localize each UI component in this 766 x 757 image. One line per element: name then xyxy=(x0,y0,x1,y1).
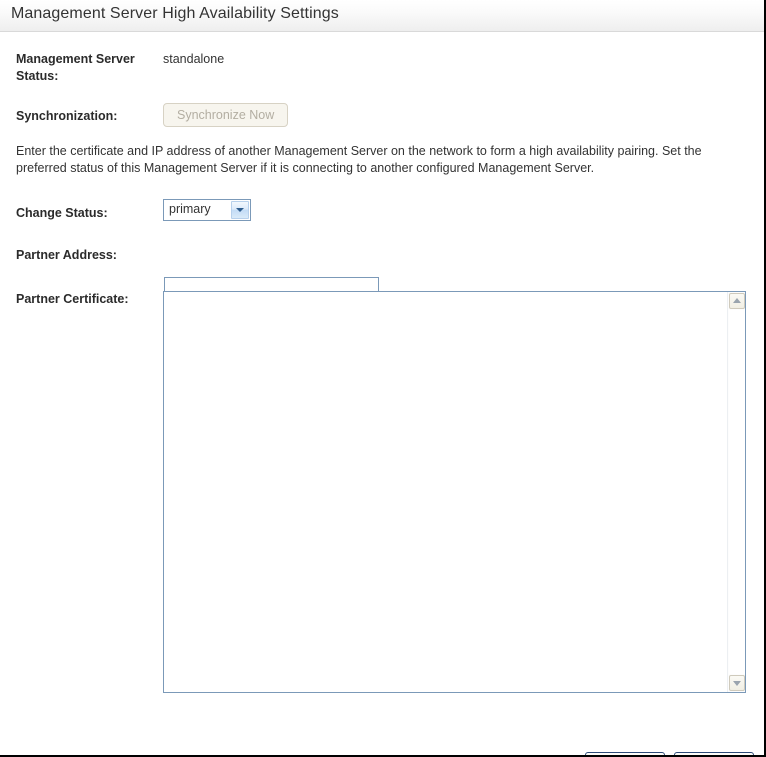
partner-address-label: Partner Address: xyxy=(16,248,117,262)
scroll-up-arrow-icon[interactable] xyxy=(729,293,745,309)
apply-button[interactable]: Apply xyxy=(585,752,665,755)
ha-settings-page: Management Server High Availability Sett… xyxy=(0,0,766,757)
window-titlebar: Management Server High Availability Sett… xyxy=(0,0,764,32)
partner-certificate-label: Partner Certificate: xyxy=(16,292,129,306)
chevron-down-icon[interactable] xyxy=(231,201,249,219)
certificate-scrollbar[interactable] xyxy=(727,292,745,692)
change-status-select[interactable]: primary xyxy=(163,199,251,221)
description-text: Enter the certificate and IP address of … xyxy=(16,144,702,175)
scrollbar-track[interactable] xyxy=(729,310,745,674)
page-title: Management Server High Availability Sett… xyxy=(11,5,339,22)
change-status-label: Change Status: xyxy=(16,206,108,220)
synchronization-label: Synchronization: xyxy=(16,109,118,123)
partner-certificate-textarea[interactable] xyxy=(164,292,728,692)
change-status-selected-value: primary xyxy=(169,202,211,216)
management-server-status-label: Management Server Status: xyxy=(16,52,135,83)
settings-content: Management Server Status: standalone Syn… xyxy=(0,33,764,755)
partner-certificate-field xyxy=(163,291,746,693)
cancel-button[interactable]: Cancel xyxy=(674,752,754,755)
management-server-status-value: standalone xyxy=(163,52,225,66)
scroll-down-arrow-icon[interactable] xyxy=(729,675,745,691)
synchronize-now-button[interactable]: Synchronize Now xyxy=(163,103,289,127)
